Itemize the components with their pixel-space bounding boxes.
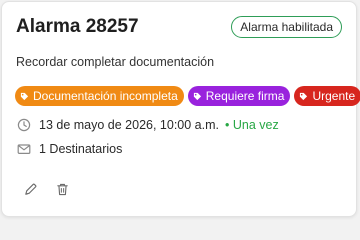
alarm-description: Recordar completar documentación	[16, 55, 215, 69]
delete-button[interactable]	[53, 180, 71, 198]
tag-label: Documentación incompleta	[33, 89, 178, 103]
schedule-datetime: 13 de mayo de 2026, 10:00 a.m.	[39, 118, 219, 132]
tag-label: Urgente	[312, 89, 356, 103]
edit-button[interactable]	[21, 180, 39, 198]
recipients-row: 1 Destinatarios	[17, 142, 122, 156]
schedule-row: 13 de mayo de 2026, 10:00 a.m. • Una vez	[17, 118, 279, 132]
tag-urgente[interactable]: Urgente	[294, 86, 360, 106]
alarm-title: Alarma 28257	[16, 16, 139, 37]
card-actions	[21, 180, 71, 198]
pencil-icon	[24, 183, 36, 195]
tag-list: Documentación incompleta Requiere firma …	[15, 86, 360, 106]
repeat-label: • Una vez	[225, 118, 279, 132]
status-badge: Alarma habilitada	[231, 16, 342, 38]
trash-icon	[56, 183, 68, 195]
tag-icon	[193, 92, 201, 100]
clock-icon	[17, 118, 31, 132]
mail-icon	[17, 142, 31, 156]
tag-icon	[20, 92, 29, 100]
alarm-card: Alarma 28257 Alarma habilitada Recordar …	[1, 1, 360, 217]
tag-icon	[300, 92, 308, 100]
tag-documentacion-incompleta[interactable]: Documentación incompleta	[15, 86, 184, 106]
tag-requiere-firma[interactable]: Requiere firma	[187, 86, 291, 106]
tag-label: Requiere firma	[205, 89, 285, 103]
recipients-count: 1 Destinatarios	[39, 142, 123, 156]
